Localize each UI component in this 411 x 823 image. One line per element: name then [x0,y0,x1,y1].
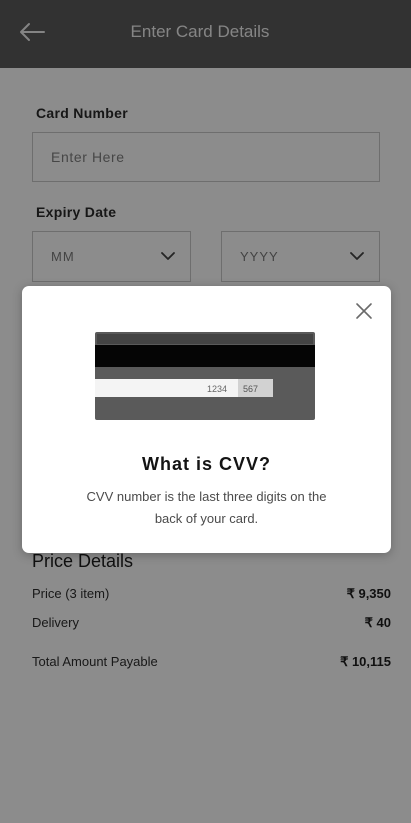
cvv-info-dialog: 1234 567 What is CVV? CVV number is the … [22,286,391,553]
cvv-dialog-description: CVV number is the last three digits on t… [86,489,327,526]
close-button[interactable] [353,300,375,322]
card-number-digits: 1234 [207,384,227,394]
card-back-illustration: 1234 567 [95,332,315,420]
cvv-dialog-title: What is CVV? [141,454,271,474]
close-icon [356,303,372,319]
cvv-digits: 567 [243,384,258,394]
